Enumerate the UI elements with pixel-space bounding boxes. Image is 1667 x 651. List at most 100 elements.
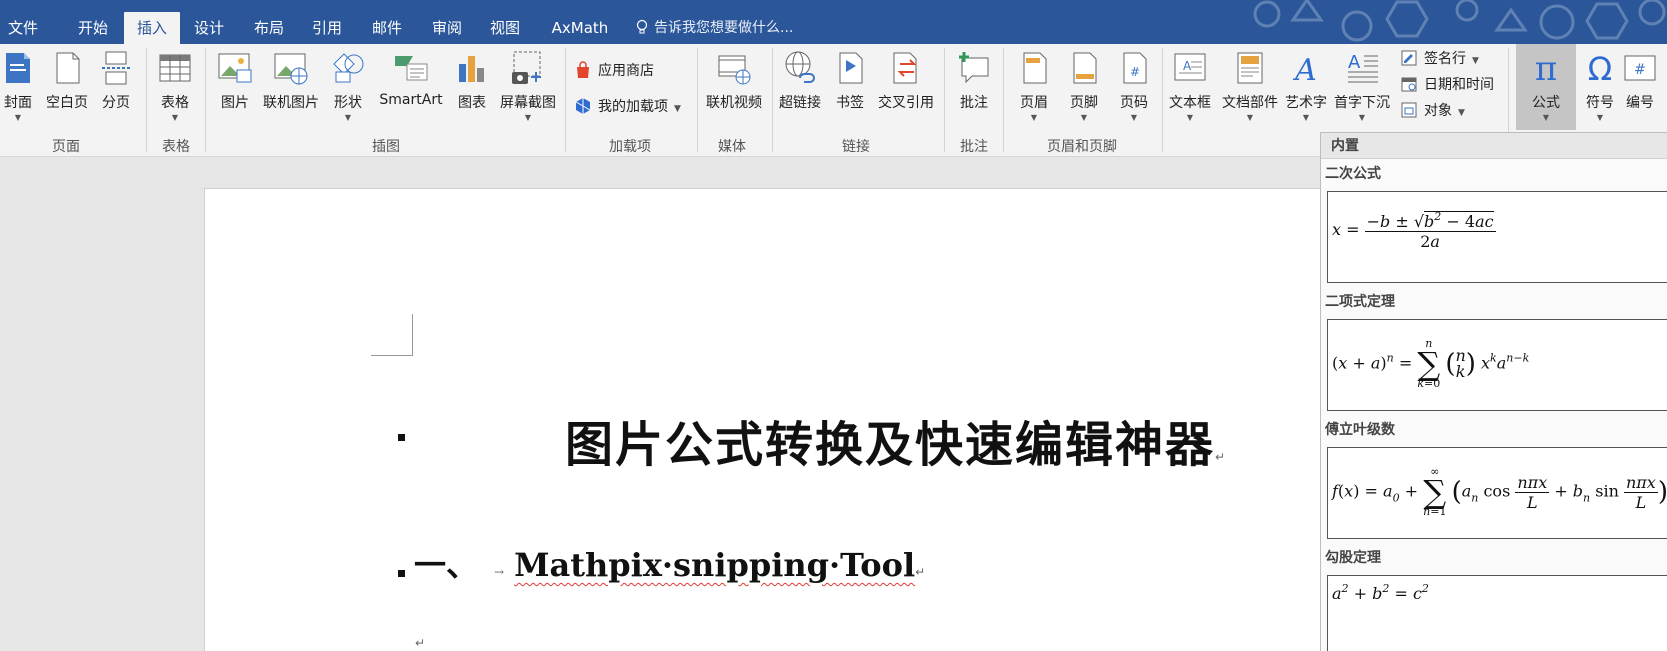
ribbon-tab-bar: 文件 开始 插入 设计 布局 引用 邮件 审阅 视图 AxMath 告诉我您想要…: [0, 0, 1667, 44]
group-label-tables: 表格: [162, 139, 190, 155]
document-title[interactable]: 图片公式转换及快速编辑神器↵: [565, 405, 1227, 475]
group-separator: [146, 48, 147, 152]
shapes-button[interactable]: 形状 ▼: [326, 50, 370, 122]
new-comment-icon: [959, 52, 989, 84]
picture-icon: [218, 53, 252, 83]
group-separator: [1003, 48, 1004, 152]
svg-text:#: #: [1634, 62, 1646, 78]
tab-mailings[interactable]: 邮件: [364, 12, 410, 44]
group-separator: [565, 48, 566, 152]
paragraph-bullet: [398, 434, 405, 441]
shapes-icon: [333, 53, 364, 83]
equation-title: 二次公式: [1325, 166, 1381, 182]
signature-line-button[interactable]: 签名行 ▼: [1400, 46, 1479, 72]
svg-text:Ω: Ω: [1588, 50, 1612, 86]
equation-gallery: 内置 二次公式 x = −b ± √b2 − 4ac 2a 二项式定理 (x + …: [1320, 132, 1667, 651]
wordart-button[interactable]: A 艺术字 ▼: [1282, 50, 1330, 122]
online-video-icon: [718, 55, 751, 85]
tab-axmath[interactable]: AxMath: [544, 12, 616, 44]
table-icon: [159, 54, 191, 82]
hyperlink-button[interactable]: 超链接: [776, 50, 824, 112]
quadratic-formula: x = −b ± √b2 − 4ac 2a: [1332, 210, 1496, 251]
store-button[interactable]: 应用商店: [574, 58, 654, 84]
tell-me-search[interactable]: 告诉我您想要做什么...: [636, 12, 793, 44]
drop-cap-button[interactable]: A 首字下沉 ▼: [1330, 50, 1394, 122]
fourier-formula: f(x) = a0 + ∞ ∑ n=1 (an cos nπx L + bn sin …: [1332, 465, 1667, 518]
bookmark-button[interactable]: 书签: [830, 50, 870, 112]
page-number-icon: #: [1123, 52, 1147, 84]
date-time-button[interactable]: 日期和时间: [1400, 72, 1494, 98]
fourier-series-item[interactable]: f(x) = a0 + ∞ ∑ n=1 (an cos nπx L + bn sin …: [1327, 447, 1667, 539]
comment-button[interactable]: 批注: [952, 50, 996, 112]
group-separator: [1162, 48, 1163, 152]
group-label-media: 媒体: [718, 139, 746, 155]
tab-layout[interactable]: 布局: [246, 12, 292, 44]
hyperlink-icon: [785, 51, 815, 83]
quadratic-formula-item[interactable]: x = −b ± √b2 − 4ac 2a: [1327, 191, 1667, 283]
section-heading[interactable]: 一、 → Mathpix·snipping·Tool↵: [414, 540, 925, 586]
wordart-icon: A: [1292, 53, 1317, 86]
pictures-button[interactable]: 图片: [214, 50, 256, 112]
footer-icon: [1073, 52, 1097, 84]
group-label-links: 链接: [842, 139, 870, 155]
calendar-icon: [1401, 77, 1417, 92]
tab-references[interactable]: 引用: [304, 12, 350, 44]
binomial-formula: (x + a)n = n ∑ k=0 (n k) xkan−k: [1332, 337, 1530, 390]
tab-view[interactable]: 视图: [482, 12, 528, 44]
group-label-illustrations: 插图: [372, 139, 400, 155]
smartart-button[interactable]: SmartArt: [374, 50, 448, 108]
my-addins-button[interactable]: 我的加载项 ▼: [574, 94, 681, 120]
svg-text:A: A: [1348, 52, 1361, 73]
cover-page-button[interactable]: 封面 ▼: [0, 50, 36, 122]
object-icon: [1401, 102, 1417, 118]
title-bar-pattern: [1253, 0, 1666, 42]
blank-page-button[interactable]: 空白页: [42, 50, 92, 112]
omega-icon: Ω: [1588, 50, 1612, 86]
group-separator: [944, 48, 945, 152]
svg-text:#: #: [1130, 65, 1140, 79]
screenshot-button[interactable]: 屏幕截图 ▼: [496, 50, 560, 122]
numbering-icon: #: [1624, 55, 1656, 81]
chart-button[interactable]: 图表: [452, 50, 492, 112]
online-pictures-button[interactable]: 联机图片: [260, 50, 322, 112]
group-label-header-footer: 页眉和页脚: [1047, 139, 1117, 155]
pythagorean-formula: a2 + b2 = c2: [1332, 582, 1429, 603]
online-video-button[interactable]: 联机视频: [702, 50, 766, 112]
group-label-comments: 批注: [960, 139, 988, 155]
table-button[interactable]: 表格 ▼: [155, 50, 195, 122]
screenshot-icon: [512, 51, 541, 84]
binomial-theorem-item[interactable]: (x + a)n = n ∑ k=0 (n k) xkan−k: [1327, 319, 1667, 411]
chart-icon: [459, 56, 484, 82]
numbering-button[interactable]: # 编号: [1620, 50, 1660, 112]
margin-corner-mark: [371, 314, 413, 356]
tab-insert[interactable]: 插入: [124, 12, 180, 44]
svg-text:π: π: [1535, 50, 1557, 86]
tab-review[interactable]: 审阅: [424, 12, 470, 44]
svg-text:A: A: [1292, 53, 1317, 86]
quick-parts-button[interactable]: 文档部件 ▼: [1218, 50, 1282, 122]
online-picture-icon: [274, 53, 308, 85]
tab-home[interactable]: 开始: [70, 12, 116, 44]
pythagorean-theorem-item[interactable]: a2 + b2 = c2: [1327, 575, 1667, 651]
page-break-button[interactable]: 分页: [98, 50, 134, 112]
tab-design[interactable]: 设计: [186, 12, 232, 44]
bookmark-icon: [839, 52, 863, 84]
group-label-addins: 加载项: [609, 139, 651, 155]
textbox-button[interactable]: A 文本框 ▼: [1166, 50, 1214, 122]
header-button[interactable]: 页眉 ▼: [1012, 50, 1056, 122]
footer-button[interactable]: 页脚 ▼: [1062, 50, 1106, 122]
pi-icon: π: [1535, 50, 1557, 86]
group-separator: [697, 48, 698, 152]
page-number-button[interactable]: # 页码 ▼: [1112, 50, 1156, 122]
symbol-button[interactable]: Ω 符号 ▼: [1578, 50, 1622, 122]
equation-button[interactable]: π 公式 ▼: [1516, 44, 1576, 130]
object-button[interactable]: 对象 ▼: [1400, 98, 1465, 124]
cross-reference-button[interactable]: 交叉引用: [874, 50, 938, 112]
heading-number: 一、: [414, 546, 479, 584]
tab-file[interactable]: 文件: [0, 12, 46, 44]
group-separator: [772, 48, 773, 152]
gallery-header: 内置: [1321, 133, 1667, 159]
textbox-icon: A: [1174, 53, 1206, 81]
equation-title: 傅立叶级数: [1325, 422, 1395, 438]
svg-text:A: A: [1183, 59, 1192, 73]
